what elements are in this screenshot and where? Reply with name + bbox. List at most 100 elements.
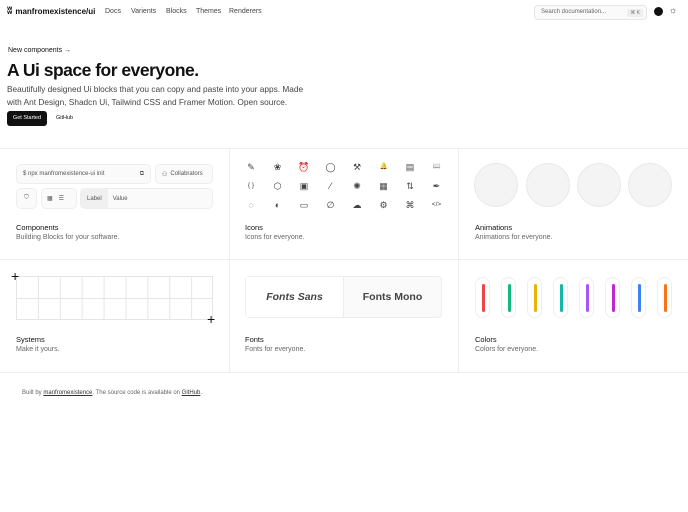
search-shortcut: ⌘ K [627, 9, 643, 17]
color-swatch [605, 277, 620, 318]
get-started-button[interactable]: Get Started [7, 111, 47, 126]
label-value-field[interactable]: Label Value [80, 188, 213, 209]
preview-icon: ⏰ [298, 162, 310, 172]
fonts-subtitle: Fonts for everyone. [245, 346, 306, 353]
preview-icon: ◌ [248, 200, 254, 210]
color-bar [585, 284, 589, 312]
preview-icon: ⚙ [379, 200, 388, 210]
hero-description: Beautifully designed Ui blocks that you … [7, 83, 303, 108]
preview-icon: ▣ [299, 181, 309, 191]
nav-docs[interactable]: Docs [105, 8, 121, 15]
footer: Built by manfromexistence. The source co… [22, 390, 202, 396]
logo-icon: ʬ [7, 6, 13, 17]
footer-text: Built by [22, 390, 42, 396]
preview-icon: 📖 [432, 163, 441, 170]
font-mono-sample: Fonts Mono [362, 291, 423, 303]
field-value: Value [112, 195, 128, 202]
search-placeholder: Search documentation... [541, 9, 607, 15]
page-title: A Ui space for everyone. [7, 60, 199, 80]
animation-circle [474, 163, 518, 207]
preview-icon: ❀ [273, 162, 282, 172]
theme-toggle-sun-icon[interactable]: ☼ [669, 5, 677, 15]
footer-text: . [200, 390, 203, 396]
color-swatch [501, 277, 516, 318]
fonts-title: Fonts [245, 335, 264, 344]
color-bar [559, 284, 563, 312]
divider [458, 148, 459, 372]
command-text: $ npx manfromexistence-ui init [23, 171, 105, 177]
color-swatch [631, 277, 646, 318]
github-button[interactable]: GitHub [56, 115, 73, 121]
collaborators-button[interactable]: ⚇ Collabrators [155, 164, 213, 184]
preview-icon: 🔔 [379, 163, 388, 170]
animations-subtitle: Animations for everyone. [475, 234, 553, 241]
icons-subtitle: Icons for everyone. [245, 234, 305, 241]
footer-text: . The source code is available on [92, 390, 180, 396]
components-title: Components [16, 223, 59, 232]
preview-icon: ◐ [274, 200, 281, 210]
copy-icon[interactable]: ⧉ [140, 171, 144, 178]
preview-icon: ⌘ [405, 200, 415, 210]
nav-renderers[interactable]: Renderers [229, 8, 262, 15]
color-bar [481, 284, 485, 312]
preview-icon: ▭ [299, 200, 309, 210]
preview-icon: ⚒ [352, 162, 362, 172]
color-bar [533, 284, 537, 312]
preview-icon: ⁄ [329, 181, 332, 191]
list-icon[interactable]: ☰ [59, 195, 64, 202]
color-bar [663, 284, 667, 312]
search-input[interactable]: Search documentation... ⌘ K [534, 5, 647, 20]
github-icon[interactable] [654, 7, 663, 16]
systems-subtitle: Make it yours. [16, 346, 60, 353]
divider [0, 148, 688, 149]
color-bar [611, 284, 615, 312]
nav-themes[interactable]: Themes [196, 8, 221, 15]
color-swatch [579, 277, 594, 318]
colors-title: Colors [475, 335, 497, 344]
description-line: Beautifully designed Ui blocks that you … [7, 84, 304, 94]
fonts-preview: Fonts Sans Fonts Mono [245, 276, 442, 318]
plus-icon: + [11, 268, 20, 284]
color-bar [637, 284, 641, 312]
preview-icon: ▤ [405, 162, 415, 172]
preview-icon: { } [247, 182, 255, 189]
nav-blocks[interactable]: Blocks [166, 8, 187, 15]
animations-title: Animations [475, 223, 513, 232]
preview-icon: ⬡ [273, 181, 282, 191]
preview-icon: ▦ [379, 181, 388, 191]
color-swatch [657, 277, 672, 318]
systems-grid [16, 276, 213, 320]
animation-circle [577, 163, 621, 207]
colors-subtitle: Colors for everyone. [475, 346, 539, 353]
collaborators-label: Collabrators [170, 171, 203, 177]
brand-name: manfromexistence/ui [15, 7, 96, 16]
preview-icon: ✺ [353, 181, 361, 191]
grid-icon[interactable]: ▦ [47, 195, 53, 202]
color-bar [507, 284, 511, 312]
shield-icon: ⛉ [24, 195, 29, 201]
font-sans-sample: Fonts Sans [246, 277, 344, 317]
systems-title: Systems [16, 335, 45, 344]
divider [0, 372, 688, 373]
shield-button[interactable]: ⛉ [16, 188, 37, 209]
color-swatch [475, 277, 490, 318]
github-source-link[interactable]: GitHub [182, 390, 201, 396]
animation-circle [526, 163, 570, 207]
plus-icon: + [207, 311, 216, 327]
brand-link[interactable]: ʬ manfromexistence/ui [7, 6, 95, 17]
preview-icon: ◯ [325, 162, 336, 172]
icons-title: Icons [245, 223, 263, 232]
animation-circle [628, 163, 672, 207]
divider [229, 148, 230, 372]
preview-icon: ✎ [247, 162, 255, 172]
color-swatch [553, 277, 568, 318]
author-link[interactable]: manfromexistence [43, 390, 92, 396]
preview-icon: ∅ [326, 200, 335, 210]
view-toggle[interactable]: ▦ ☰ [41, 188, 77, 209]
nav-varients[interactable]: Varients [131, 8, 156, 15]
divider [0, 259, 688, 260]
install-command: $ npx manfromexistence-ui init ⧉ [16, 164, 151, 184]
preview-icon: </> [431, 201, 442, 208]
description-line: with Ant Design, Shadcn Ui, Tailwind CSS… [7, 96, 288, 107]
announcement-link[interactable]: New components → [8, 47, 71, 54]
